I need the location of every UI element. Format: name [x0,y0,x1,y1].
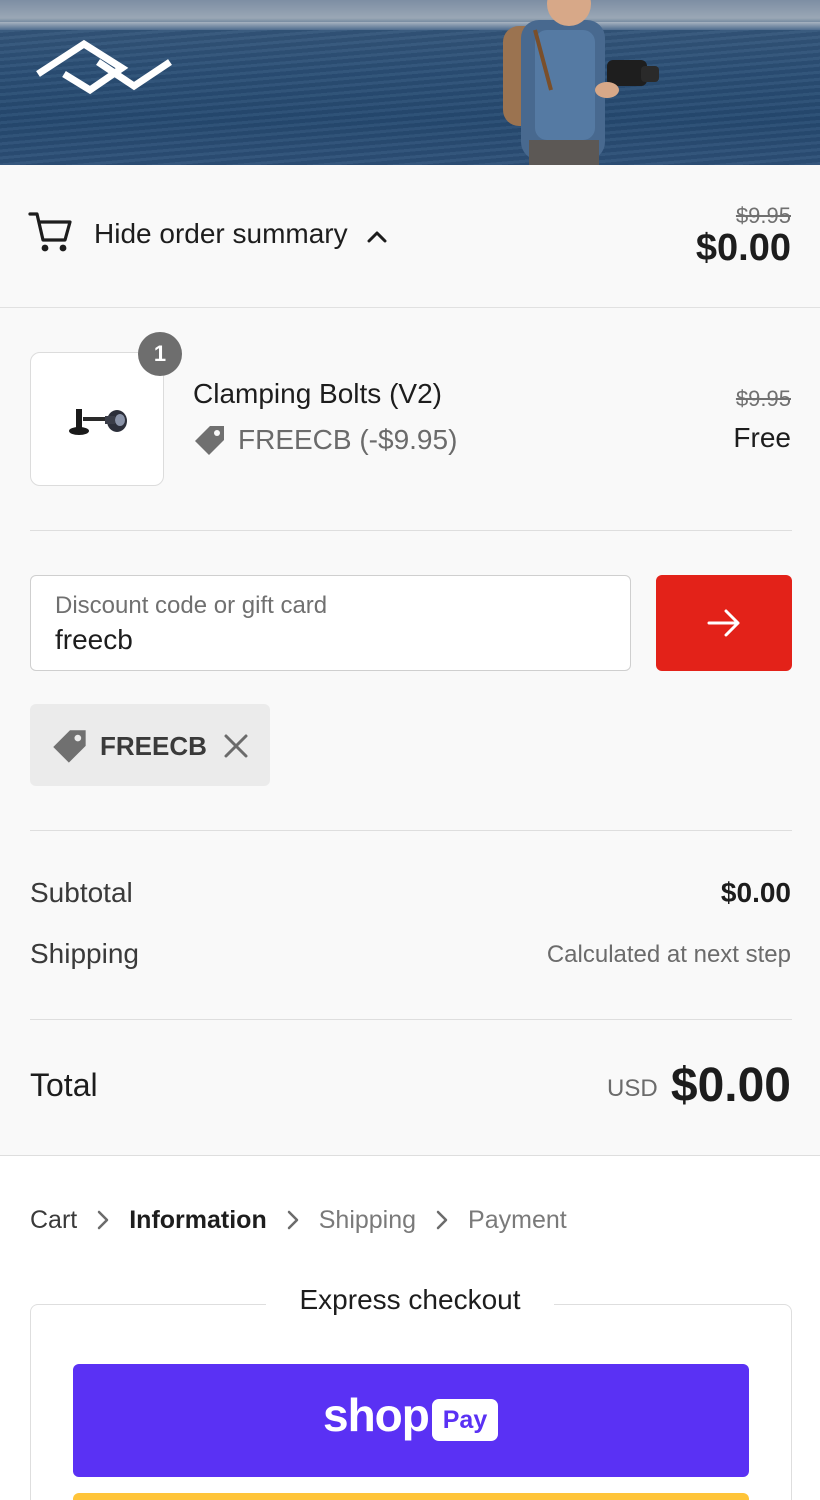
chevron-right-icon [97,1210,109,1230]
total-label: Total [30,1067,98,1103]
horizon [0,22,820,30]
apply-discount-button[interactable] [656,575,792,671]
divider [30,1019,792,1020]
tag-icon [51,728,89,771]
header-banner [0,0,820,165]
shipping-label: Shipping [30,938,139,969]
cart-icon [28,210,74,259]
breadcrumb: Cart Information Shipping Payment [30,1203,567,1237]
total-value: $0.00 [670,1059,791,1112]
close-icon[interactable] [222,732,250,765]
product-discount: FREECB (-$9.95) [238,424,458,455]
arrow-right-icon [707,609,740,637]
product-price: Free [733,422,791,453]
chevron-right-icon [436,1210,448,1230]
subtotal-value: $0.00 [720,877,791,908]
product-thumbnail [30,352,164,486]
applied-discount-chip: FREECB [30,704,270,786]
discount-field-label: Discount code or gift card [55,592,328,619]
applied-code-label: FREECB [100,731,207,761]
express-checkout-title: Express checkout [266,1284,554,1316]
shipping-value: Calculated at next step [546,941,791,968]
quantity-badge: 1 [138,332,182,376]
discount-code-input[interactable] [55,624,595,656]
breadcrumb-payment: Payment [468,1205,567,1234]
breadcrumb-cart[interactable]: Cart [30,1206,77,1235]
peak-design-logo-icon[interactable] [34,38,174,105]
divider [30,530,792,531]
subtotal-label: Subtotal [30,877,133,908]
product-name: Clamping Bolts (V2) [193,378,442,409]
shop-pay-button[interactable]: shop Pay [73,1364,749,1477]
tag-icon [193,424,227,463]
chevron-up-icon[interactable] [366,228,388,249]
toggle-summary-label[interactable]: Hide order summary [94,218,348,250]
discount-code-field[interactable]: Discount code or gift card [30,575,631,671]
chevron-right-icon [287,1210,298,1230]
ocean-photographer-image [495,0,665,165]
paypal-button[interactable] [73,1493,749,1500]
summary-total: $0.00 [695,227,791,269]
summary-original-price: $9.95 [735,203,791,228]
breadcrumb-shipping: Shipping [318,1205,417,1234]
product-original-price: $9.95 [735,386,791,411]
divider [30,830,792,831]
shop-pay-wordmark: shop [323,1389,430,1441]
breadcrumb-information: Information [129,1205,267,1234]
currency-code: USD [607,1075,658,1102]
shop-pay-badge: Pay [432,1399,498,1441]
